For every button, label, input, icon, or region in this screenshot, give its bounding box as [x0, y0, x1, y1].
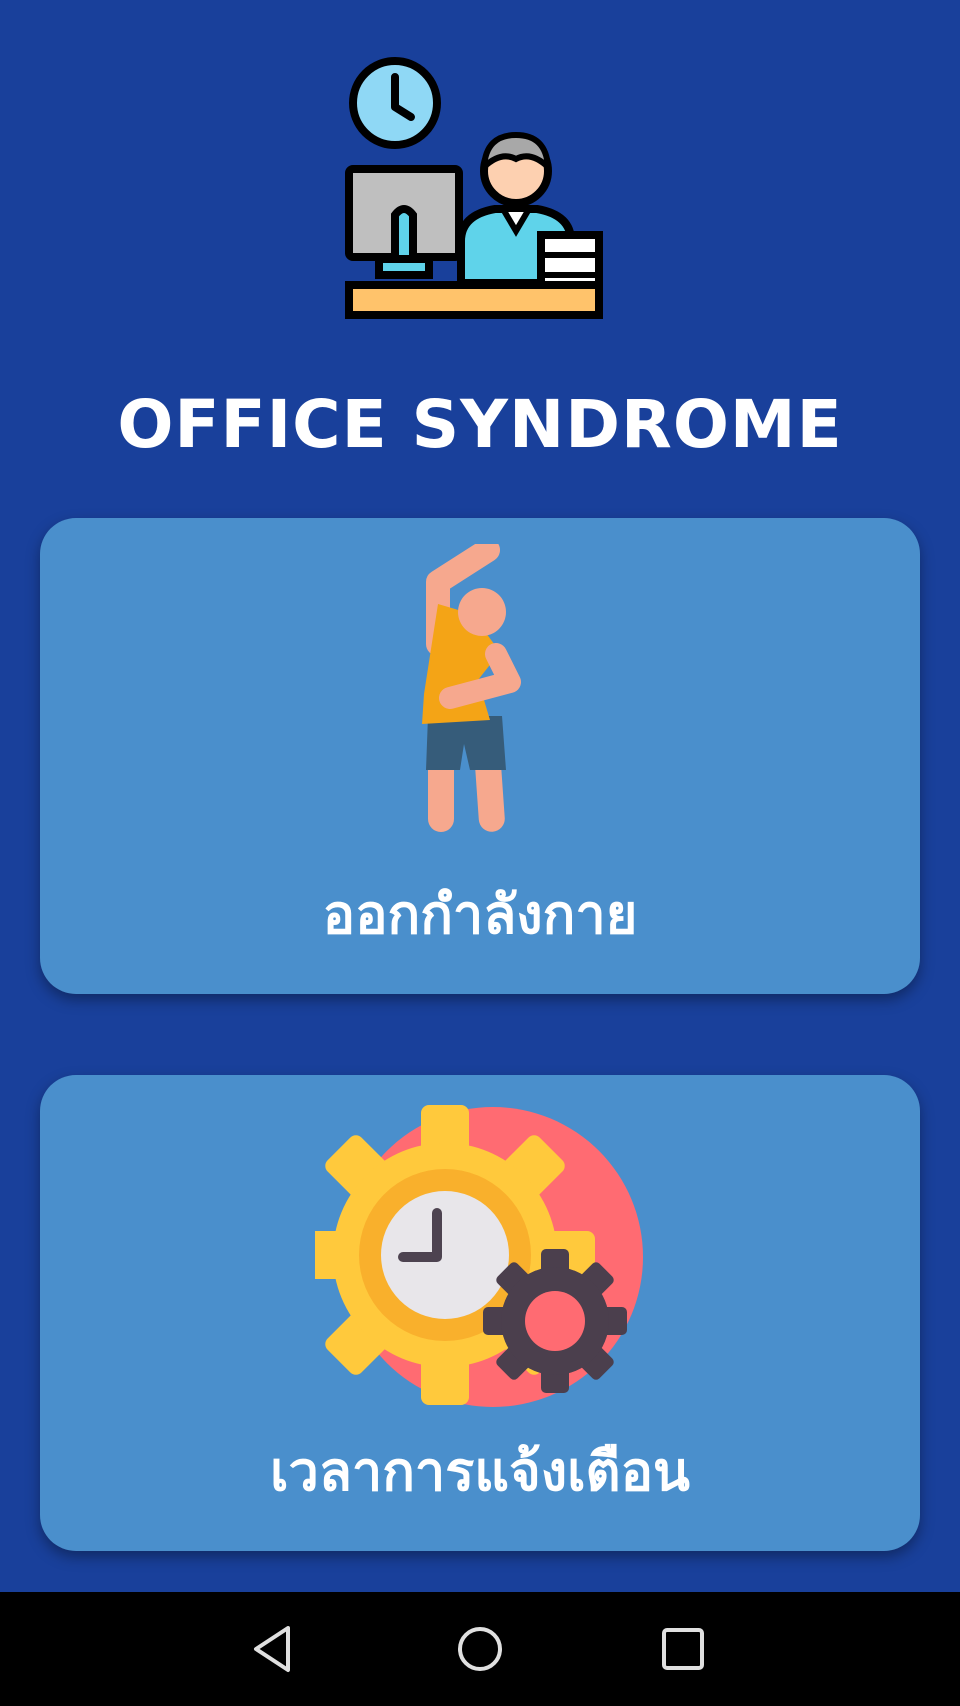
app-title: OFFICE SYNDROME — [117, 386, 843, 463]
home-icon[interactable] — [445, 1614, 515, 1684]
exercise-button[interactable]: ออกกำลังกาย — [40, 518, 920, 994]
system-navigation-bar — [0, 1592, 960, 1706]
reminder-time-label: เวลาการแจ้งเตือน — [270, 1440, 690, 1503]
office-worker-desk-icon — [345, 55, 615, 325]
stretching-person-icon — [360, 538, 600, 844]
app-screen: OFFICE SYNDROME ออกกำลังกาย เวลาการแจ้งเ… — [0, 0, 960, 1592]
back-icon[interactable] — [240, 1614, 310, 1684]
recent-apps-icon[interactable] — [648, 1614, 718, 1684]
reminder-time-button[interactable]: เวลาการแจ้งเตือน — [40, 1075, 920, 1551]
exercise-label: ออกกำลังกาย — [322, 883, 638, 946]
gear-clock-icon — [295, 1105, 645, 1415]
